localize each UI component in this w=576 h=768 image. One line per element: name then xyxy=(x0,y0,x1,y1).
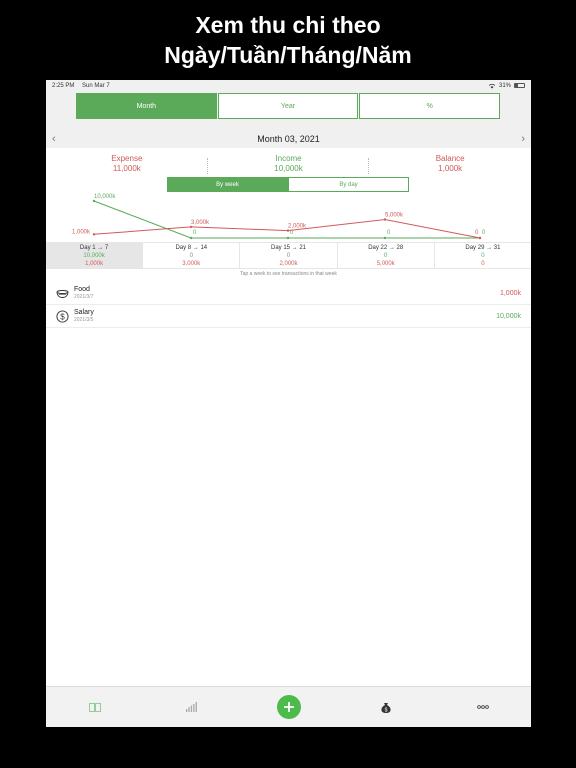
dollar-coin-icon: $ xyxy=(55,309,69,323)
week-range: Day 22 → 28 xyxy=(368,245,404,251)
week-expense: 3,000k xyxy=(182,261,201,267)
period-navigator: ‹ Month 03, 2021 › xyxy=(46,129,531,148)
chevron-right-icon[interactable]: › xyxy=(521,133,525,145)
status-date: Sun Mar 7 xyxy=(82,82,110,89)
expense-label: Expense xyxy=(111,154,143,163)
hint-text: Tap a week to see transactions in that w… xyxy=(240,271,337,277)
week-column[interactable]: Day 15 → 21 0 2,000k xyxy=(240,243,338,268)
week-columns: Day 1 → 7 10,000k 1,000k Day 8 → 14 0 3,000k D… xyxy=(46,242,531,269)
toggle-by-day[interactable]: By day xyxy=(288,177,409,192)
bowl-icon xyxy=(55,286,69,300)
tab-more[interactable] xyxy=(468,692,498,722)
wifi-icon xyxy=(488,83,496,88)
transaction-amount: 1,000k xyxy=(499,289,521,297)
data-point-income xyxy=(92,199,96,203)
week-column[interactable]: Day 8 → 14 0 3,000k xyxy=(143,243,241,268)
week-expense: 0 xyxy=(481,261,485,267)
battery-percent: 31% xyxy=(498,82,511,89)
week-column[interactable]: Day 1 → 7 10,000k 1,000k xyxy=(46,243,144,268)
series-line-income xyxy=(93,200,480,239)
week-column[interactable]: Day 29 → 31 0 0 xyxy=(435,243,531,268)
segment-month[interactable]: Month xyxy=(76,93,217,119)
week-range: Day 15 → 21 xyxy=(270,245,307,251)
add-icon xyxy=(276,695,301,719)
data-label-expense: 3,000k xyxy=(191,220,210,226)
series-line-expense xyxy=(93,218,481,239)
week-income: 0 xyxy=(384,253,388,259)
book-icon xyxy=(88,702,101,712)
week-range: Day 1 → 7 xyxy=(79,245,109,251)
data-label-expense: 0 xyxy=(475,230,479,236)
transaction-name: Salary xyxy=(74,309,94,316)
week-income: 0 xyxy=(189,253,193,259)
period-title: Month 03, 2021 xyxy=(257,133,320,144)
chevron-left-icon[interactable]: ‹ xyxy=(52,133,56,145)
week-income: 0 xyxy=(481,253,485,259)
week-income: 10,000k xyxy=(83,253,105,259)
tab-add[interactable] xyxy=(274,692,304,722)
data-point-expense xyxy=(189,225,193,229)
data-point-expense xyxy=(92,233,96,236)
data-point-income xyxy=(383,236,387,240)
data-point-income xyxy=(286,236,290,240)
tab-book[interactable] xyxy=(80,692,110,722)
data-label-expense: 1,000k xyxy=(72,229,91,235)
svg-text:$: $ xyxy=(384,707,387,713)
transaction-amount: 10,000k xyxy=(496,312,521,320)
data-point-income xyxy=(189,236,193,240)
segment-year[interactable]: Year xyxy=(217,93,359,119)
toggle-by-week[interactable]: By week xyxy=(167,177,288,192)
transaction-date: 2021/3/7 xyxy=(74,294,94,300)
data-label-income: 0 xyxy=(290,230,294,236)
period-segment-control: Month Year % xyxy=(46,91,531,134)
transaction-name: Food xyxy=(74,286,90,293)
data-point-expense xyxy=(286,229,290,232)
balance-value: 1,000k xyxy=(438,164,463,173)
money-bag-icon: $ xyxy=(380,702,391,713)
data-label-income: 10,000k xyxy=(94,194,116,200)
income-value: 10,000k xyxy=(274,164,303,173)
balance-label: Balance xyxy=(435,154,465,163)
transaction-date: 2021/3/5 xyxy=(74,317,94,323)
expense-value: 11,000k xyxy=(112,164,141,173)
data-label-income: 0 xyxy=(482,230,486,236)
income-label: Income xyxy=(275,154,302,163)
app-screen: 2:25 PM Sun Mar 7 31% Month Year % ‹ Mon… xyxy=(46,80,531,727)
data-label-income: 0 xyxy=(193,230,197,236)
svg-text:$: $ xyxy=(60,312,65,321)
week-expense: 5,000k xyxy=(376,261,395,267)
promo-headline: Xem thu chi theo Ngày/Tuần/Tháng/Năm xyxy=(0,10,576,70)
promo-line-2: Ngày/Tuần/Tháng/Năm xyxy=(164,42,412,68)
week-range: Day 8 → 14 xyxy=(175,245,208,251)
tab-bar: $ xyxy=(46,686,531,727)
week-income: 0 xyxy=(286,253,291,259)
status-bar: 2:25 PM Sun Mar 7 31% xyxy=(46,80,531,91)
more-icon xyxy=(476,705,489,709)
tab-budget[interactable]: $ xyxy=(371,692,401,722)
data-label-expense: 2,000k xyxy=(288,224,307,230)
week-range: Day 29 → 31 xyxy=(465,245,501,251)
weekly-line-chart: 10,000k0 0 0 01,000k3,000k2,000k5,000k0 xyxy=(72,194,486,240)
data-label-expense: 5,000k xyxy=(385,213,404,219)
battery-icon xyxy=(514,83,525,88)
data-point-expense xyxy=(478,236,482,240)
transaction-row-salary[interactable]: $ Salary 2021/3/5 10,000k xyxy=(46,305,531,328)
segment-percent[interactable]: % xyxy=(359,93,501,119)
status-time: 2:25 PM xyxy=(52,82,75,89)
tab-statistics[interactable] xyxy=(177,692,207,722)
view-toggle: By week By day xyxy=(167,177,409,192)
chart-bars-icon xyxy=(186,702,197,712)
data-label-income: 0 xyxy=(387,230,391,236)
transaction-list: Food 2021/3/7 1,000k $ Salary 2021/3/5 1… xyxy=(46,282,531,328)
week-column[interactable]: Day 22 → 28 0 5,000k xyxy=(338,243,435,268)
week-expense: 2,000k xyxy=(279,261,298,267)
data-point-expense xyxy=(383,218,387,221)
week-expense: 1,000k xyxy=(85,261,104,267)
transaction-row-food[interactable]: Food 2021/3/7 1,000k xyxy=(46,282,531,305)
promo-line-1: Xem thu chi theo xyxy=(195,12,381,38)
